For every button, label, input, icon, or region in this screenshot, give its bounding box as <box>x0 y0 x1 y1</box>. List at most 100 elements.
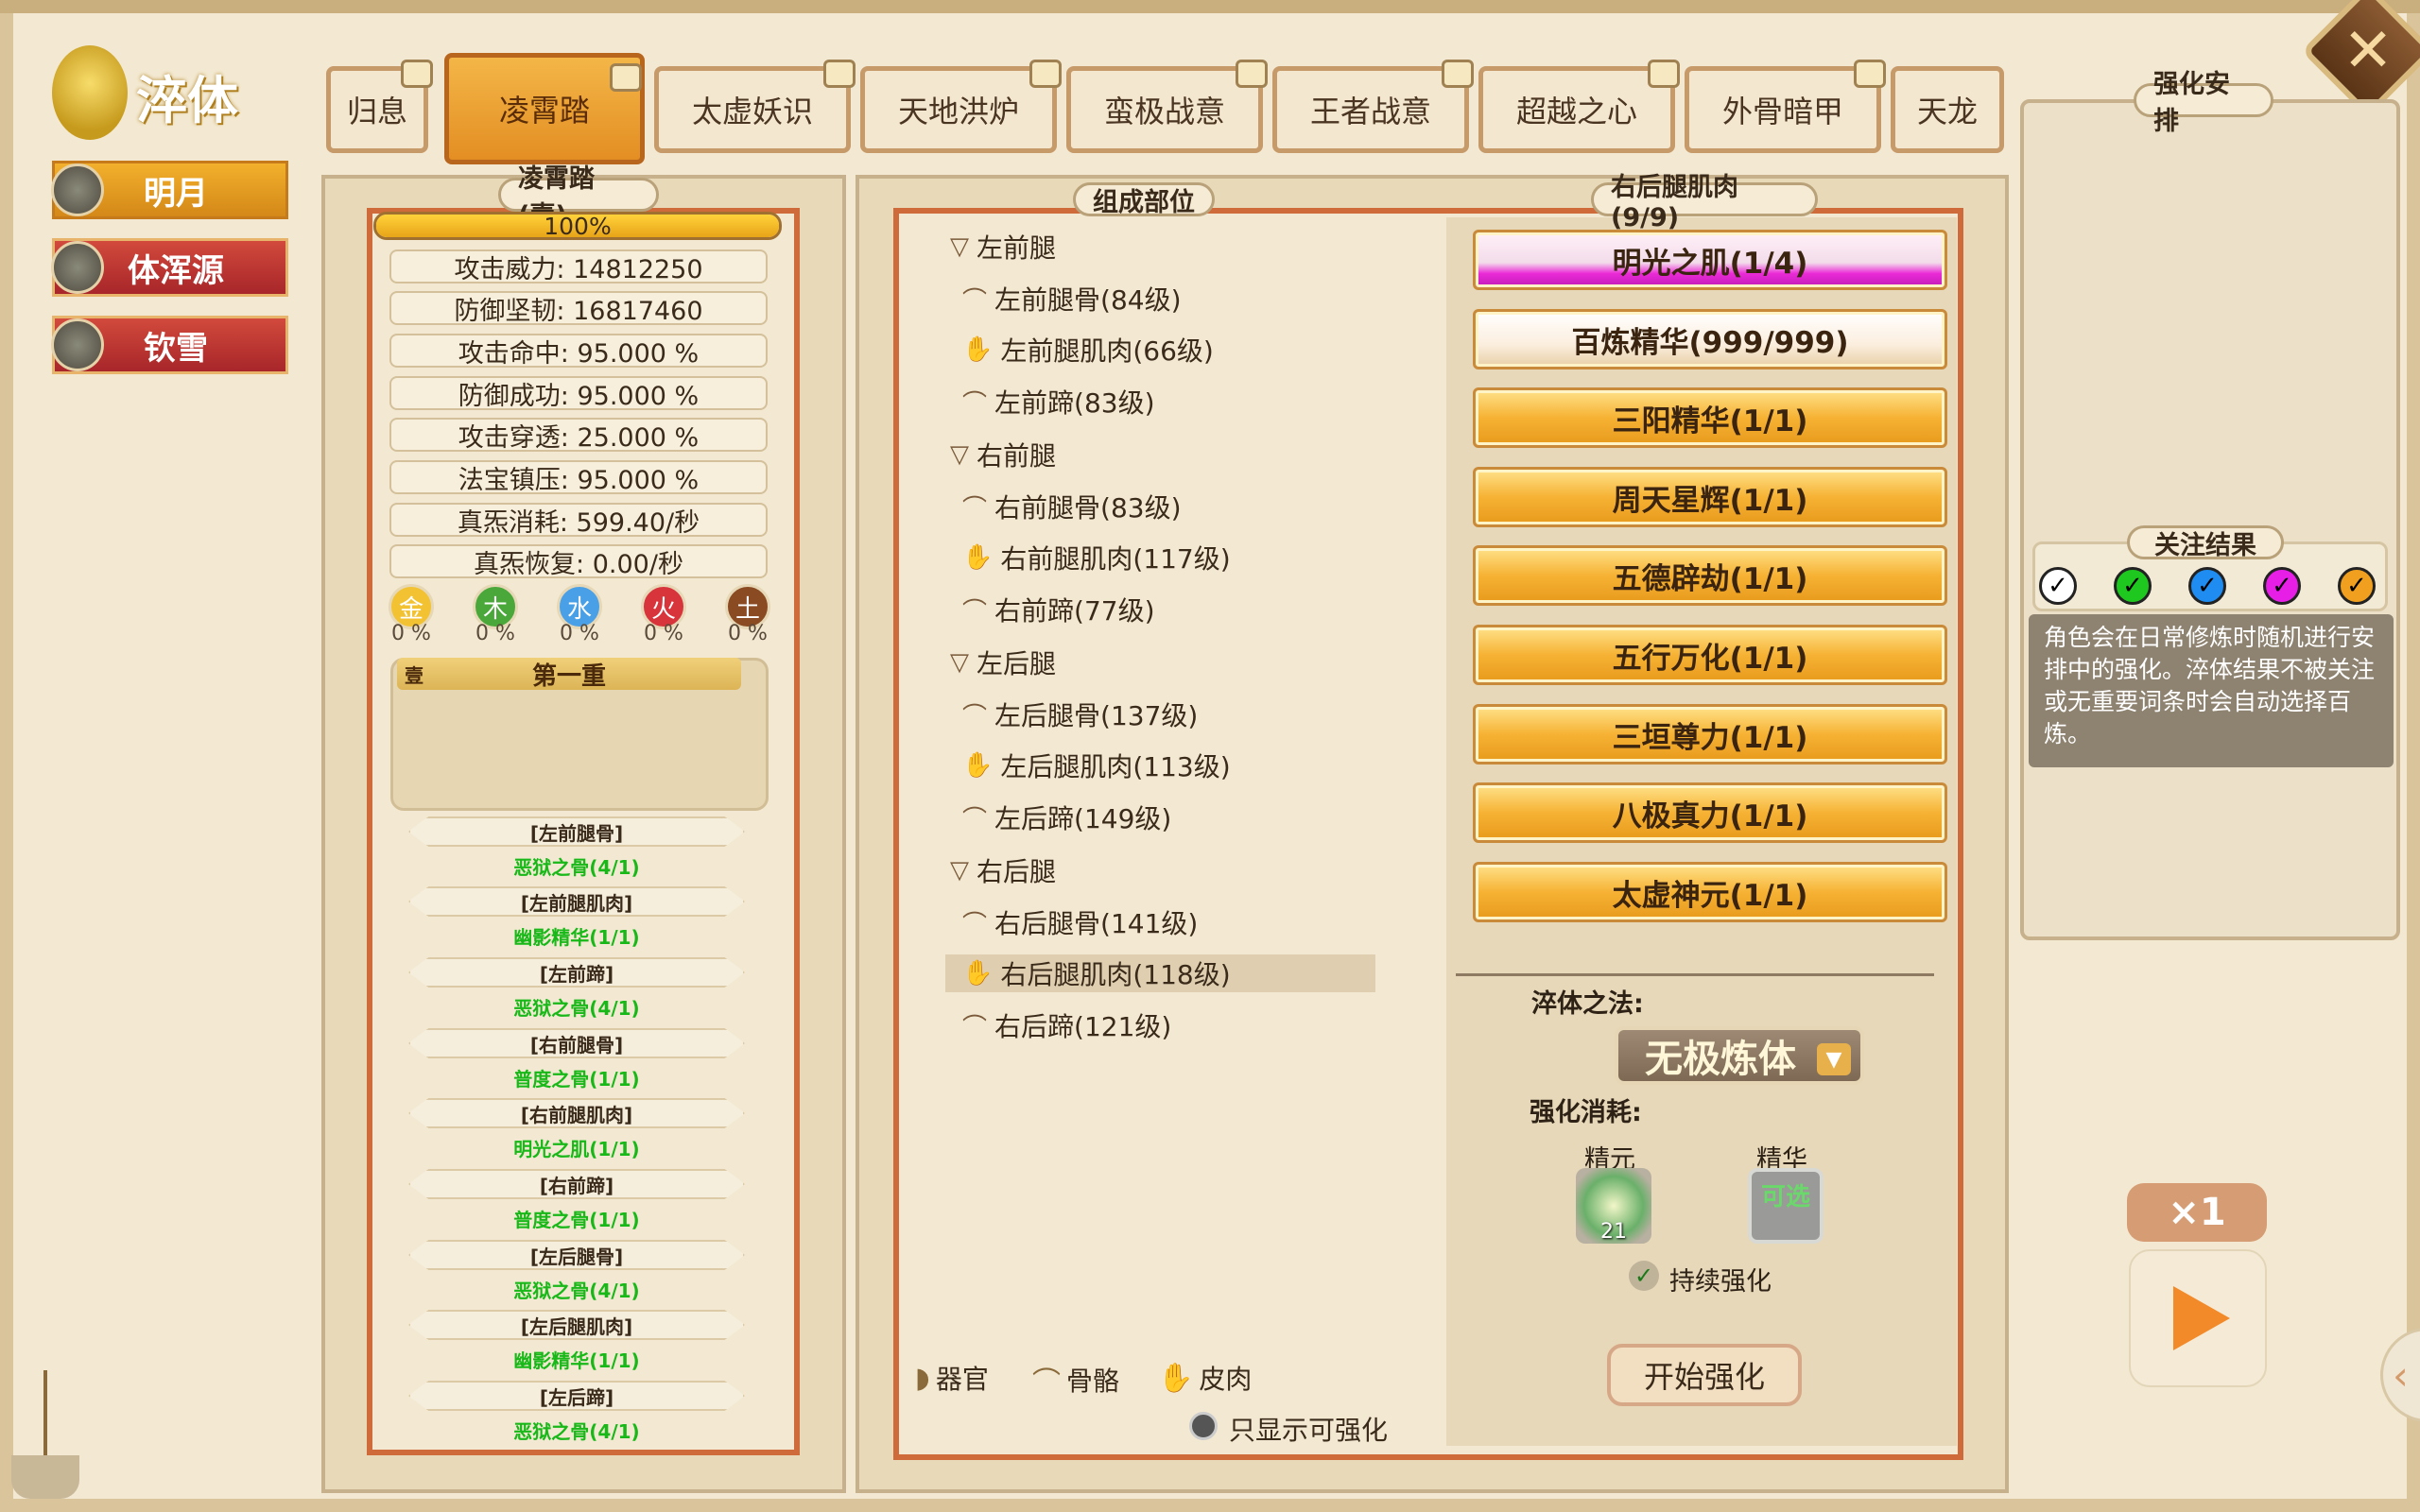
bone-icon: ⌒ <box>962 286 988 316</box>
top-bar <box>0 0 2420 13</box>
focus-blue-checkbox[interactable]: ✓ <box>2188 567 2226 605</box>
part-item[interactable]: ✋ 左前腿肌肉(66级) <box>962 331 1214 369</box>
material-button[interactable]: 八极真力(1/1) <box>1473 782 1947 843</box>
filter-label: 只显示可强化 <box>1229 1415 1389 1446</box>
material-button[interactable]: 五行万化(1/1) <box>1473 625 1947 685</box>
play-icon <box>2173 1286 2230 1350</box>
bone-icon: ⌒ <box>962 494 988 524</box>
page-title: 淬体 <box>136 71 238 130</box>
tab-chaoyuezhixin[interactable]: 超越之心 <box>1478 60 1680 153</box>
stat-row: 法宝镇压: 95.000 % <box>389 460 768 495</box>
essence-orb-icon[interactable]: 21 <box>1576 1168 1651 1244</box>
focus-title: 关注结果 <box>2127 525 2284 560</box>
requirement-value: 普度之骨(1/1) <box>513 1208 640 1231</box>
method-select[interactable]: 无极炼体 ▼ <box>1615 1026 1864 1085</box>
tab-guixi[interactable]: 归息 <box>326 60 433 153</box>
stat-row: 防御成功: 95.000 % <box>389 376 768 411</box>
requirement-part: [左前蹄] <box>408 957 745 988</box>
extract-slot-icon[interactable]: 可选 <box>1748 1168 1824 1244</box>
muscle-icon: ✋ <box>962 335 994 364</box>
tab-waiguanjia[interactable]: 外骨暗甲 <box>1685 60 1886 153</box>
bone-icon: ⌒ <box>962 597 988 627</box>
arrangement-description: 角色会在日常修炼时随机进行安排中的强化。淬体结果不被关注或无重要词条时会自动选择… <box>2029 614 2394 767</box>
group-header-left-front[interactable]: ▽ 左前腿 <box>950 228 1056 266</box>
part-item[interactable]: ✋ 左后腿肌肉(113级) <box>962 747 1231 784</box>
collapse-triangle-icon: ▽ <box>950 856 969 885</box>
stat-row: 防御坚韧: 16817460 <box>389 291 768 326</box>
part-item[interactable]: ⌒ 左前腿骨(84级) <box>962 280 1182 318</box>
part-item[interactable]: ⌒ 左后蹄(149级) <box>962 799 1171 836</box>
filter-toggle[interactable] <box>1189 1412 1218 1440</box>
muscle-icon: ✋ <box>1158 1361 1194 1395</box>
material-button[interactable]: 周天星辉(1/1) <box>1473 467 1947 527</box>
focus-purple-checkbox[interactable]: ✓ <box>2263 567 2301 605</box>
stat-row: 攻击穿透: 25.000 % <box>389 418 768 453</box>
material-button[interactable]: 三垣尊力(1/1) <box>1473 704 1947 765</box>
left-panel-title: 凌霄踏(壹) <box>498 164 659 231</box>
character-tab-2[interactable]: 体浑源 <box>51 238 288 297</box>
material-button[interactable]: 太虚神元(1/1) <box>1473 862 1947 922</box>
character-tab-3[interactable]: 钦雪 <box>51 316 288 374</box>
requirement-part: [左后腿肌肉] <box>408 1310 745 1340</box>
muscle-icon: ✋ <box>962 751 994 780</box>
part-item[interactable]: ✋ 右前腿肌肉(117级) <box>962 539 1231 576</box>
avatar <box>51 163 104 216</box>
incense-burner-icon <box>8 1361 83 1503</box>
start-enhance-button[interactable]: 开始强化 <box>1607 1344 1802 1406</box>
multiplier-button[interactable]: ×1 <box>2127 1183 2267 1242</box>
element-percent: 0 % <box>728 622 768 645</box>
material-button[interactable]: 五德辟劫(1/1) <box>1473 545 1947 606</box>
group-header-right-back[interactable]: ▽ 右后腿 <box>950 851 1056 889</box>
part-item[interactable]: ⌒ 右前腿骨(83级) <box>962 488 1182 525</box>
character-tab-1[interactable]: 明月 <box>51 161 288 219</box>
scroll-icon <box>1442 60 1474 88</box>
cost-label: 强化消耗: <box>1530 1098 1642 1127</box>
part-item-selected[interactable]: ✋ 右后腿肌肉(118级) <box>945 954 1375 992</box>
tab-lingxiaota[interactable]: 凌霄踏 <box>444 53 645 164</box>
check-icon[interactable]: ✓ <box>1629 1261 1659 1291</box>
group-header-left-back[interactable]: ▽ 左后腿 <box>950 644 1056 681</box>
material-button[interactable]: 三阳精华(1/1) <box>1473 387 1947 448</box>
requirement-part: [左后腿骨] <box>408 1240 745 1270</box>
part-item[interactable]: ⌒ 右后蹄(121级) <box>962 1006 1171 1044</box>
stat-row: 真炁恢复: 0.00/秒 <box>389 544 768 579</box>
part-item[interactable]: ⌒ 左前蹄(83级) <box>962 383 1155 421</box>
requirement-value: 恶狱之骨(4/1) <box>513 1279 640 1302</box>
material-button[interactable]: 百炼精华(999/999) <box>1473 309 1947 369</box>
continuous-label: 持续强化 <box>1669 1267 1772 1297</box>
tab-wangzhezhanyi[interactable]: 王者战意 <box>1272 60 1474 153</box>
requirement-part: [左后蹄] <box>408 1381 745 1411</box>
materials-title: 右后腿肌肉(9/9) <box>1591 173 1818 232</box>
element-percent: 0 % <box>391 622 431 645</box>
focus-orange-checkbox[interactable]: ✓ <box>2338 567 2376 605</box>
tab-tianlong[interactable]: 天龙 <box>1891 66 2004 153</box>
element-percent: 0 % <box>475 622 515 645</box>
requirement-value: 普度之骨(1/1) <box>513 1067 640 1091</box>
chevron-left-icon: ‹ <box>2393 1351 2409 1399</box>
requirement-value: 恶狱之骨(4/1) <box>513 1419 640 1443</box>
focus-white-checkbox[interactable]: ✓ <box>2039 567 2077 605</box>
part-item[interactable]: ⌒ 右前蹄(77级) <box>962 591 1155 628</box>
tab-taixuyaoshi[interactable]: 太虚妖识 <box>654 60 856 153</box>
bone-icon: ⌒ <box>962 910 988 939</box>
scroll-icon <box>1029 60 1062 88</box>
tab-tiandihonglu[interactable]: 天地洪炉 <box>860 60 1062 153</box>
group-header-right-front[interactable]: ▽ 右前腿 <box>950 436 1056 473</box>
element-percent: 0 % <box>644 622 683 645</box>
scroll-icon <box>401 60 433 88</box>
requirement-value: 恶狱之骨(4/1) <box>513 996 640 1020</box>
requirement-value: 幽影精华(1/1) <box>513 925 640 949</box>
focus-green-checkbox[interactable]: ✓ <box>2114 567 2152 605</box>
bone-icon: ⌒ <box>962 389 988 419</box>
bone-icon: ⌒ <box>962 702 988 731</box>
part-item[interactable]: ⌒ 左后腿骨(137级) <box>962 696 1198 733</box>
part-item[interactable]: ⌒ 右后腿骨(141级) <box>962 903 1198 941</box>
layer-badge: 壹 <box>405 663 424 687</box>
scroll-icon <box>1854 60 1886 88</box>
scroll-icon <box>1648 60 1680 88</box>
tab-manjizhanyi[interactable]: 蛮极战意 <box>1066 60 1268 153</box>
material-button[interactable]: 明光之肌(1/4) <box>1473 230 1947 290</box>
play-button[interactable] <box>2129 1249 2267 1387</box>
avatar <box>51 318 104 371</box>
chevron-down-icon: ▼ <box>1817 1043 1851 1075</box>
